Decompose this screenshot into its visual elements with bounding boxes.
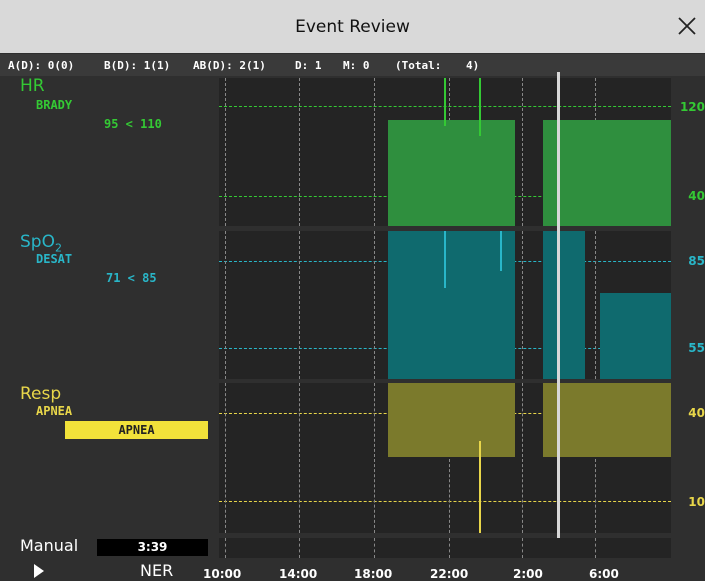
spo2-alarm-label: DESAT: [36, 252, 73, 266]
time-tick: 6:00: [589, 567, 619, 581]
timer-display: 3:39: [97, 539, 208, 556]
title-bar: Event Review: [0, 0, 705, 53]
resp-event-block-1: [388, 383, 515, 457]
ner-button[interactable]: NER: [140, 561, 173, 580]
resp-scale-bottom: 10: [688, 495, 705, 509]
spo2-event-marker: [444, 231, 446, 288]
resp-event-block-2: [543, 383, 671, 457]
resp-trend-plot: [219, 383, 671, 533]
count-ab: AB(D): 2(1): [193, 59, 266, 72]
hr-event-block-2: [543, 120, 671, 226]
close-icon[interactable]: [675, 12, 699, 40]
count-total-label: (Total:: [395, 59, 442, 72]
resp-label: Resp: [20, 384, 62, 404]
timeline-strip[interactable]: [219, 538, 671, 558]
spo2-event-block-3: [600, 293, 671, 379]
spo2-event-block-1: [388, 231, 515, 379]
resp-alarm-label: APNEA: [36, 404, 73, 418]
spo2-event-block-2: [543, 231, 585, 379]
play-icon[interactable]: [32, 563, 46, 581]
count-m: M: 0: [343, 59, 370, 72]
count-b: B(D): 1(1): [104, 59, 171, 72]
spo2-scale-bottom: 55: [688, 341, 705, 355]
count-a: A(D): 0(0): [8, 59, 75, 72]
apnea-banner: APNEA: [65, 421, 208, 439]
time-tick: 2:00: [513, 567, 543, 581]
time-tick: 18:00: [354, 567, 393, 581]
spo2-trend-plot: [219, 231, 671, 379]
hr-alarm-value: 95 < 110: [104, 117, 162, 131]
count-total-value: 4): [466, 59, 480, 72]
hr-scale-top: 120: [679, 100, 705, 114]
time-tick: 22:00: [430, 567, 469, 581]
resp-scale-top: 40: [688, 406, 705, 420]
hr-label: HR: [20, 76, 45, 96]
spo2-alarm-value: 71 < 85: [106, 271, 157, 285]
hr-event-marker: [479, 78, 481, 136]
hr-event-block-1: [388, 120, 515, 226]
window-title: Event Review: [295, 17, 410, 37]
hr-scale-bottom: 40: [688, 189, 705, 203]
time-tick: 14:00: [279, 567, 318, 581]
spo2-scale-top: 85: [688, 254, 705, 268]
hr-alarm-label: BRADY: [36, 98, 73, 112]
mode-label: Manual: [20, 536, 79, 555]
event-counts-bar: A(D): 0(0) B(D): 1(1) AB(D): 2(1) D: 1 M…: [0, 54, 705, 76]
time-tick: 10:00: [203, 567, 242, 581]
hr-trend-plot: [219, 78, 671, 226]
spo2-event-marker: [500, 231, 502, 271]
event-review-window: Event Review A(D): 0(0) B(D): 1(1) AB(D)…: [0, 0, 705, 581]
time-cursor[interactable]: [557, 72, 560, 545]
count-d: D: 1: [295, 59, 322, 72]
resp-event-marker: [479, 441, 481, 533]
hr-event-marker: [444, 78, 446, 126]
